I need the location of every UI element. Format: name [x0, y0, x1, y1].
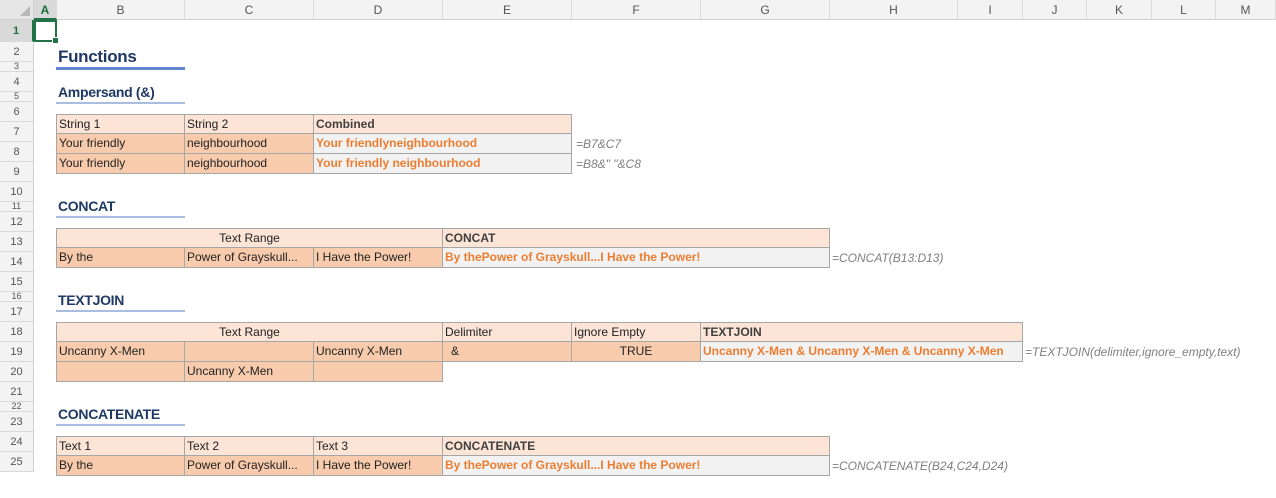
row-header-24[interactable]: 24: [0, 432, 34, 452]
cell-f17[interactable]: Ignore Empty: [571, 322, 701, 342]
cell-d6[interactable]: Combined: [313, 114, 572, 134]
row-header-4[interactable]: 4: [0, 72, 34, 92]
section-heading-concatenate: CONCATENATE: [58, 406, 160, 422]
sheet-title: Functions: [58, 47, 137, 66]
cell-c13[interactable]: Power of Grayskull...: [184, 247, 314, 268]
title-underline: [56, 67, 185, 70]
column-header-i[interactable]: I: [958, 0, 1023, 20]
row-header-2[interactable]: 2: [0, 42, 34, 62]
fill-handle[interactable]: [52, 37, 59, 44]
cell-b12-merged[interactable]: Text Range: [56, 228, 443, 248]
cell-c24[interactable]: Power of Grayskull...: [184, 455, 314, 476]
section-heading-textjoin: TEXTJOIN: [58, 292, 125, 308]
section-underline: [56, 310, 185, 312]
row-header-25[interactable]: 25: [0, 452, 34, 472]
cell-e17[interactable]: Delimiter: [442, 322, 572, 342]
cell-b23[interactable]: Text 1: [56, 436, 185, 456]
cell-d19[interactable]: [313, 361, 443, 382]
row-header-9[interactable]: 9: [0, 162, 34, 182]
cell-e12[interactable]: CONCAT: [442, 228, 830, 248]
select-all-corner[interactable]: [0, 0, 34, 20]
formula-note-e24: =CONCATENATE(B24,C24,D24): [832, 459, 1008, 473]
column-header-a[interactable]: A: [34, 0, 57, 20]
row-header-13[interactable]: 13: [0, 232, 34, 252]
section-heading-ampersand: Ampersand (&): [58, 84, 155, 100]
row-header-11[interactable]: 11: [0, 202, 34, 212]
formula-note-e13: =CONCAT(B13:D13): [832, 251, 944, 265]
row-header-20[interactable]: 20: [0, 362, 34, 382]
column-header-d[interactable]: D: [314, 0, 443, 20]
column-header-k[interactable]: K: [1087, 0, 1152, 20]
row-header-14[interactable]: 14: [0, 252, 34, 272]
formula-note-g18: =TEXTJOIN(delimiter,ignore_empty,text): [1025, 345, 1241, 359]
column-header-j[interactable]: J: [1023, 0, 1087, 20]
row-header-12[interactable]: 12: [0, 212, 34, 232]
row-header-19[interactable]: 19: [0, 342, 34, 362]
cell-e13[interactable]: By thePower of Grayskull...I Have the Po…: [442, 247, 830, 268]
column-header-e[interactable]: E: [443, 0, 572, 20]
formula-note-d7: =B7&C7: [576, 137, 622, 151]
cell-b13[interactable]: By the: [56, 247, 185, 268]
cell-g18[interactable]: Uncanny X-Men & Uncanny X-Men & Uncanny …: [700, 341, 1023, 362]
row-header-17[interactable]: 17: [0, 302, 34, 322]
column-header-b[interactable]: B: [57, 0, 185, 20]
column-header-h[interactable]: H: [830, 0, 958, 20]
row-header-5[interactable]: 5: [0, 92, 34, 102]
column-header-m[interactable]: M: [1216, 0, 1276, 20]
cell-c19[interactable]: Uncanny X-Men: [184, 361, 314, 382]
column-header-g[interactable]: G: [701, 0, 830, 20]
cell-b17-merged[interactable]: Text Range: [56, 322, 443, 342]
cell-d13[interactable]: I Have the Power!: [313, 247, 443, 268]
row-header-3[interactable]: 3: [0, 62, 34, 72]
cell-e18[interactable]: &: [442, 341, 572, 362]
row-header-1[interactable]: 1: [0, 20, 34, 42]
cell-c23[interactable]: Text 2: [184, 436, 314, 456]
cell-b18[interactable]: Uncanny X-Men: [56, 341, 185, 362]
row-header-8[interactable]: 8: [0, 142, 34, 162]
formula-note-d8: =B8&" "&C8: [576, 157, 641, 171]
cell-b8[interactable]: Your friendly: [56, 153, 185, 174]
cell-c18[interactable]: [184, 341, 314, 362]
column-header-f[interactable]: F: [572, 0, 701, 20]
cell-d8[interactable]: Your friendly neighbourhood: [313, 153, 572, 174]
row-header-18[interactable]: 18: [0, 322, 34, 342]
active-cell-a1[interactable]: [34, 20, 59, 44]
row-header-15[interactable]: 15: [0, 272, 34, 292]
cell-c7[interactable]: neighbourhood: [184, 133, 314, 154]
row-header-7[interactable]: 7: [0, 122, 34, 142]
row-header-22[interactable]: 22: [0, 402, 34, 412]
section-underline: [56, 216, 185, 218]
cell-b19[interactable]: [56, 361, 185, 382]
cell-b7[interactable]: Your friendly: [56, 133, 185, 154]
cell-b6[interactable]: String 1: [56, 114, 185, 134]
section-underline: [56, 102, 185, 104]
row-header-23[interactable]: 23: [0, 412, 34, 432]
row-header-10[interactable]: 10: [0, 182, 34, 202]
cell-c8[interactable]: neighbourhood: [184, 153, 314, 174]
row-header-21[interactable]: 21: [0, 382, 34, 402]
cell-e23[interactable]: CONCATENATE: [442, 436, 830, 456]
cell-e24[interactable]: By thePower of Grayskull...I Have the Po…: [442, 455, 830, 476]
cell-d18[interactable]: Uncanny X-Men: [313, 341, 443, 362]
cell-d24[interactable]: I Have the Power!: [313, 455, 443, 476]
section-underline: [56, 424, 185, 426]
section-heading-concat: CONCAT: [58, 198, 116, 214]
row-header-16[interactable]: 16: [0, 292, 34, 302]
cell-d23[interactable]: Text 3: [313, 436, 443, 456]
row-header-6[interactable]: 6: [0, 102, 34, 122]
cell-g17[interactable]: TEXTJOIN: [700, 322, 1023, 342]
cell-b24[interactable]: By the: [56, 455, 185, 476]
cell-c6[interactable]: String 2: [184, 114, 314, 134]
cell-f18[interactable]: TRUE: [571, 341, 701, 362]
column-header-c[interactable]: C: [185, 0, 314, 20]
column-header-l[interactable]: L: [1152, 0, 1216, 20]
cell-d7[interactable]: Your friendlyneighbourhood: [313, 133, 572, 154]
